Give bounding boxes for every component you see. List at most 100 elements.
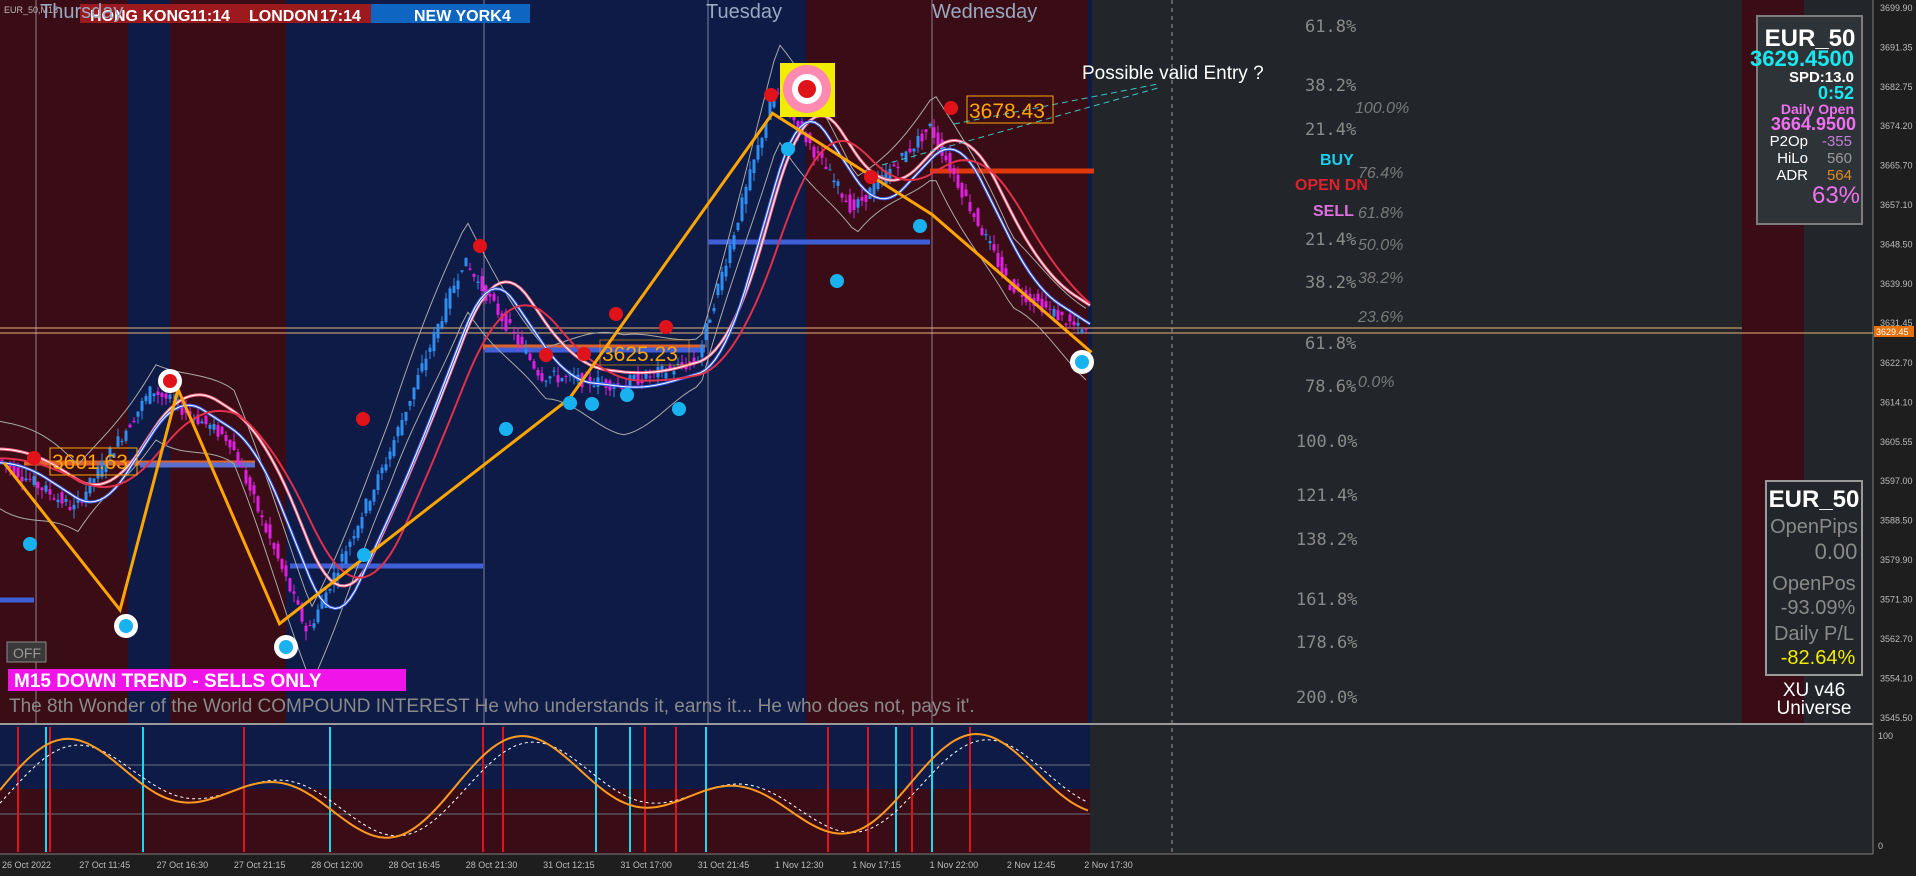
candle-body xyxy=(84,491,88,501)
fib-label: 21.4% xyxy=(1305,120,1356,140)
time-axis-label: 31 Oct 17:00 xyxy=(620,860,672,870)
candle-body xyxy=(632,374,636,380)
candle-body xyxy=(24,478,28,481)
candle-body xyxy=(248,477,252,491)
sell-dot xyxy=(356,412,370,426)
candle-body xyxy=(452,285,456,293)
buy-dot xyxy=(620,388,634,402)
candle-body xyxy=(120,441,124,443)
time-axis-label: 31 Oct 12:15 xyxy=(543,860,595,870)
candle-body xyxy=(128,424,132,428)
candle-body xyxy=(296,600,300,605)
price-axis-label: 3682.75 xyxy=(1880,82,1913,92)
candle-body xyxy=(956,174,960,188)
fib-label: 121.4% xyxy=(1296,486,1357,506)
candle-body xyxy=(216,425,220,437)
trend-banner: M15 DOWN TREND - SELLS ONLY xyxy=(14,671,322,692)
candle-body xyxy=(812,146,816,158)
candle-body xyxy=(832,180,836,183)
daily-pl-label: Daily P/L xyxy=(1774,623,1854,645)
open-pos-value: -93.09% xyxy=(1781,597,1856,619)
sell-dot xyxy=(864,170,878,184)
candle-body xyxy=(36,482,40,488)
price-axis-label: 3545.50 xyxy=(1880,713,1913,723)
candle-body xyxy=(252,485,256,495)
candle-body xyxy=(916,135,920,148)
open-pos-label: OpenPos xyxy=(1772,573,1855,595)
pos-symbol: EUR_50 xyxy=(1769,486,1860,513)
time-axis-label: 27 Oct 11:45 xyxy=(79,860,130,870)
info-timer: 0:52 xyxy=(1818,83,1854,103)
candle-body xyxy=(48,489,52,495)
candle-body xyxy=(392,440,396,456)
candle-body xyxy=(408,401,412,406)
candle-body xyxy=(544,380,548,382)
fib-italic-label: 61.8% xyxy=(1358,205,1403,222)
time-axis-label: 1 Nov 22:00 xyxy=(930,860,979,870)
candle-body xyxy=(424,358,428,371)
price-axis-label: 3562.70 xyxy=(1880,634,1913,644)
signal-sell: SELL xyxy=(1313,203,1354,220)
candle-body xyxy=(0,459,4,462)
candle-body xyxy=(124,430,128,441)
time-axis-label: 28 Oct 12:00 xyxy=(311,860,363,870)
quote-banner: The 8th Wonder of the World COMPOUND INT… xyxy=(9,696,975,717)
candle-body xyxy=(716,283,720,296)
candle-body xyxy=(20,476,24,482)
candle-body xyxy=(520,336,524,344)
time-axis-label: 1 Nov 17:15 xyxy=(852,860,901,870)
candle-body xyxy=(860,197,864,201)
candle-body xyxy=(996,252,1000,267)
candle-body xyxy=(960,182,964,198)
info-row-value: -355 xyxy=(1822,133,1852,150)
candle-body xyxy=(844,200,848,203)
candle-body xyxy=(964,189,968,196)
session-label-london: LONDON xyxy=(249,8,318,25)
buy-dot xyxy=(781,142,795,156)
candle-body xyxy=(432,332,436,352)
buy-dot xyxy=(913,219,927,233)
candle-body xyxy=(476,281,480,283)
candle-body xyxy=(40,487,44,491)
price-axis-label: 3691.35 xyxy=(1880,42,1913,52)
candle-body xyxy=(364,498,368,514)
candle-body xyxy=(592,385,596,387)
candle-body xyxy=(28,478,32,480)
candle-body xyxy=(44,485,48,492)
candle-body xyxy=(420,363,424,372)
off-button[interactable]: OFF xyxy=(6,641,47,663)
candle-body xyxy=(236,452,240,465)
candle-body xyxy=(756,144,760,160)
fib-label: 161.8% xyxy=(1296,590,1357,610)
time-axis-label: 2 Nov 17:30 xyxy=(1084,860,1133,870)
price-axis-label: 3571.30 xyxy=(1880,594,1913,604)
candle-body xyxy=(232,441,236,451)
buy-dot xyxy=(563,396,577,410)
candle-body xyxy=(1076,322,1080,326)
candle-body xyxy=(52,498,56,500)
candle-body xyxy=(64,498,68,502)
info-row-label: HiLo xyxy=(1777,150,1808,167)
time-axis-label: 28 Oct 16:45 xyxy=(389,860,441,870)
candle-body xyxy=(244,470,248,484)
candle-body xyxy=(1084,328,1088,330)
signal-open: OPEN DN xyxy=(1295,177,1368,194)
candle-body xyxy=(648,376,652,378)
price-axis-label: 3699.90 xyxy=(1880,3,1913,13)
fib-label: 21.4% xyxy=(1305,230,1356,250)
candle-body xyxy=(464,257,468,267)
candle-body xyxy=(516,334,520,345)
candle-body xyxy=(496,303,500,315)
candle-body xyxy=(1020,294,1024,297)
time-axis-label: 28 Oct 21:30 xyxy=(466,860,518,870)
candle-body xyxy=(564,376,568,378)
candle-body xyxy=(400,419,404,436)
time-axis-label: 1 Nov 12:30 xyxy=(775,860,824,870)
candle-body xyxy=(924,129,928,133)
day-label-tuesday: Tuesday xyxy=(706,1,782,23)
candle-body xyxy=(388,451,392,460)
candle-body xyxy=(440,321,444,328)
candle-body xyxy=(1044,301,1048,308)
candle-body xyxy=(752,159,756,174)
day-label-thursday: Thursday xyxy=(40,1,123,23)
